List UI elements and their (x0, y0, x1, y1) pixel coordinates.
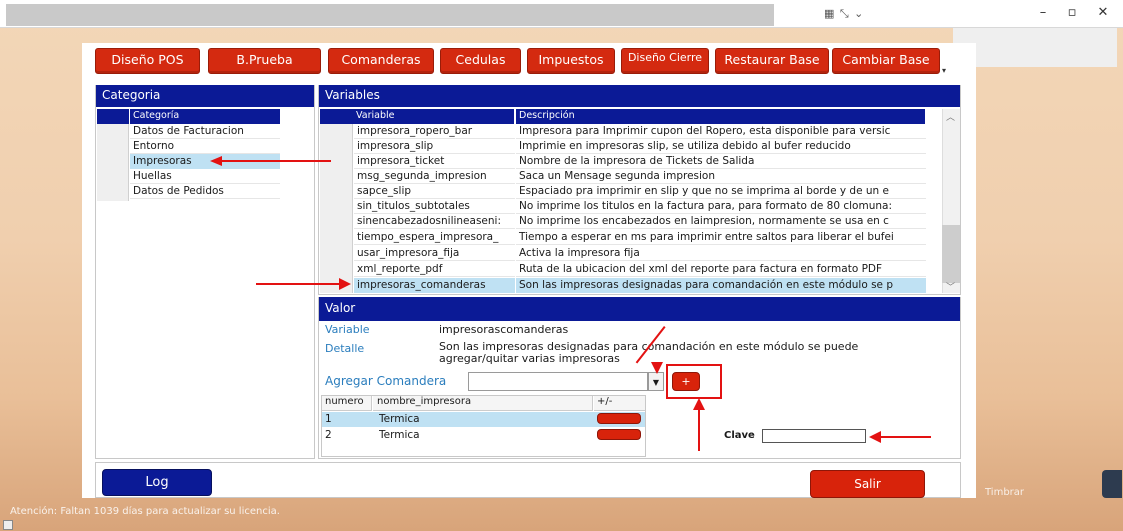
comandera-numero: 2 (325, 429, 332, 441)
categoria-item[interactable]: Entorno (130, 139, 280, 154)
comandera-numero: 1 (325, 413, 332, 425)
variable-description[interactable]: Impresora para Imprimir cupon del Ropero… (516, 124, 926, 139)
annotation-arrow (880, 436, 931, 438)
maximize-button[interactable]: ▫ (1057, 4, 1087, 22)
annotation-arrow (220, 160, 331, 162)
variable-name[interactable]: xml_reporte_pdf (354, 262, 515, 277)
categoria-item[interactable]: Datos de Pedidos (130, 184, 280, 199)
license-status: Atención: Faltan 1039 días para actualiz… (10, 506, 280, 517)
variable-name[interactable]: impresora_slip (354, 139, 515, 154)
variable-name[interactable]: msg_segunda_impresion (354, 169, 515, 184)
variable-description-selected[interactable]: Son las impresoras designadas para coman… (516, 278, 926, 293)
detalle-label: Detalle (325, 342, 365, 355)
annotation-arrow (698, 408, 700, 451)
side-tab-icon[interactable] (1102, 470, 1122, 498)
annotation-arrow (256, 283, 341, 285)
variable-description[interactable]: Espaciado pra imprimir en slip y que no … (516, 184, 926, 199)
annotation-arrow-head (869, 431, 881, 443)
categoria-item[interactable]: Huellas (130, 169, 280, 184)
variables-col-descripcion: Descripción (516, 109, 925, 124)
grid-col-nombre: nombre_impresora (373, 396, 593, 411)
log-button[interactable]: Log (102, 469, 212, 496)
variable-name[interactable]: sinencabezadosnilineaseni: (354, 214, 515, 229)
close-button[interactable]: ✕ (1088, 4, 1118, 22)
variables-scroll-thumb[interactable] (942, 225, 960, 283)
tab-comanderas[interactable]: Comanderas (328, 48, 434, 74)
side-panel-placeholder (953, 28, 1117, 67)
variable-label: Variable (325, 323, 370, 336)
grid-col-action: +/- (594, 396, 645, 411)
variable-name[interactable]: impresora_ticket (354, 154, 515, 169)
tab-diseno-pos[interactable]: Diseño POS (95, 48, 200, 74)
variable-description[interactable]: No imprime los titulos en la factura par… (516, 199, 926, 214)
tab-cedulas[interactable]: Cedulas (440, 48, 521, 74)
chevron-down-icon[interactable]: ▼ (648, 372, 664, 391)
variable-description[interactable]: No imprime los encabezados en laimpresio… (516, 214, 926, 229)
tab-cambiar-base[interactable]: Cambiar Base (832, 48, 940, 74)
variables-title: Variables (319, 85, 960, 107)
scroll-up-icon[interactable]: ︿ (946, 110, 955, 123)
window-title-area (6, 4, 774, 26)
variables-row-selectors (320, 124, 353, 293)
variable-value: impresorascomanderas (439, 323, 569, 336)
clave-input[interactable] (762, 429, 866, 443)
agregar-comandera-input[interactable] (468, 372, 648, 391)
variable-description[interactable]: Imprimie en impresoras slip, se utiliza … (516, 139, 926, 154)
variable-name-selected[interactable]: impresoras_comanderas (354, 278, 515, 293)
tabs-overflow-icon[interactable]: ▾ (942, 66, 946, 75)
categoria-row-selectors (97, 124, 129, 201)
variable-name[interactable]: sapce_slip (354, 184, 515, 199)
categoria-title: Categoria (96, 85, 314, 107)
timbrar-label: Timbrar (985, 487, 1025, 498)
tab-impuestos[interactable]: Impuestos (527, 48, 615, 74)
variable-description[interactable]: Activa la impresora fija (516, 246, 926, 261)
resize-grip-icon (3, 520, 13, 530)
annotation-arrow-head (693, 398, 705, 410)
scroll-down-icon[interactable]: ﹀ (946, 280, 955, 293)
categoria-rowheader (97, 109, 129, 124)
variable-description[interactable]: Nombre de la impresora de Tickets de Sal… (516, 154, 926, 169)
annotation-highlight-box (666, 364, 722, 399)
categoria-column-header: Categoría (130, 109, 280, 124)
annotation-arrow-head (210, 156, 222, 166)
detalle-value: Son las impresoras designadas para coman… (439, 340, 859, 365)
salir-button[interactable]: Salir (810, 470, 925, 498)
clave-label: Clave (724, 430, 755, 441)
variables-rowheader (320, 109, 353, 124)
variable-name[interactable]: sin_titulos_subtotales (354, 199, 515, 214)
agregar-comandera-label: Agregar Comandera (325, 374, 447, 388)
grid-col-numero: numero (322, 396, 372, 411)
annotation-arrow-head (339, 278, 351, 290)
tab-diseno-cierre[interactable]: Diseño Cierre (621, 48, 709, 74)
variable-name[interactable]: usar_impresora_fija (354, 246, 515, 261)
tab-b-prueba[interactable]: B.Prueba (208, 48, 321, 74)
comandera-nombre: Termica (379, 429, 420, 441)
variable-name[interactable]: impresora_ropero_bar (354, 124, 515, 139)
tab-restaurar-base[interactable]: Restaurar Base (715, 48, 829, 74)
comandera-nombre: Termica (379, 413, 420, 425)
variable-description[interactable]: Ruta de la ubicacion del xml del reporte… (516, 262, 926, 277)
minimize-button[interactable]: – (1028, 4, 1058, 22)
remove-comandera-button[interactable] (597, 413, 641, 424)
variables-col-variable: Variable (353, 109, 515, 124)
categoria-item[interactable]: Datos de Facturacion (130, 124, 280, 139)
variable-description[interactable]: Saca un Mensage segunda impresion (516, 169, 926, 184)
annotation-arrow-head (651, 362, 663, 374)
window-tools-icons[interactable]: ▦ ⤡ ⌄ (824, 7, 869, 21)
remove-comandera-button[interactable] (597, 429, 641, 440)
variable-description[interactable]: Tiempo a esperar en ms para imprimir ent… (516, 230, 926, 245)
valor-title: Valor (319, 297, 960, 321)
variable-name[interactable]: tiempo_espera_impresora_ (354, 230, 515, 245)
